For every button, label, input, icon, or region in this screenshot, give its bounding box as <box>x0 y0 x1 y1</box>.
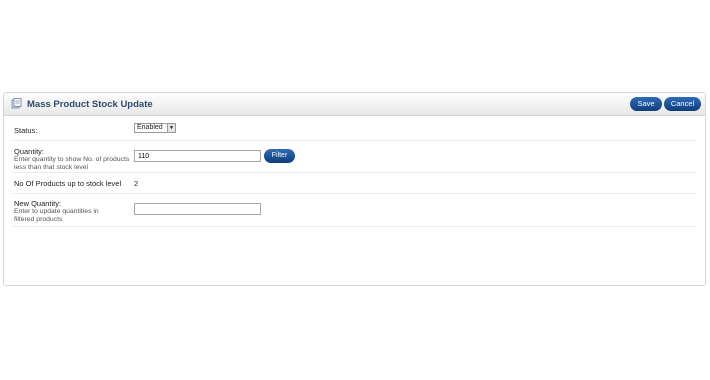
new-quantity-row: New Quantity: Enter to update quantities… <box>12 194 697 227</box>
catalog-icon <box>11 98 22 109</box>
save-button[interactable]: Save <box>630 97 662 111</box>
filter-button[interactable]: Filter <box>264 149 295 163</box>
quantity-label-group: Quantity: Enter quantity to show No. of … <box>14 147 134 171</box>
quantity-help: Enter quantity to show No. of products l… <box>14 156 130 171</box>
status-label: Status: <box>14 126 38 135</box>
product-count-row: No Of Products up to stock level 2 <box>12 173 697 194</box>
stock-update-panel: Mass Product Stock Update Save Cancel St… <box>3 92 706 286</box>
status-row: Status: Enabled ▼ <box>12 116 697 141</box>
new-quantity-label-group: New Quantity: Enter to update quantities… <box>14 199 114 223</box>
panel-header: Mass Product Stock Update Save Cancel <box>4 93 705 116</box>
page-title: Mass Product Stock Update <box>27 99 153 110</box>
status-select[interactable]: Enabled ▼ <box>134 123 176 133</box>
new-quantity-label: New Quantity: <box>14 199 62 208</box>
status-selected-value: Enabled <box>137 124 163 131</box>
product-count-value: 2 <box>134 179 139 188</box>
quantity-input[interactable] <box>134 150 261 162</box>
quantity-label: Quantity: <box>14 147 45 156</box>
chevron-down-icon[interactable]: ▼ <box>167 124 175 132</box>
product-count-label: No Of Products up to stock level <box>14 179 122 188</box>
quantity-row: Quantity: Enter quantity to show No. of … <box>12 141 697 173</box>
new-quantity-help: Enter to update quantities in filtered p… <box>14 208 99 223</box>
new-quantity-input[interactable] <box>134 203 261 215</box>
cancel-button[interactable]: Cancel <box>664 97 701 111</box>
